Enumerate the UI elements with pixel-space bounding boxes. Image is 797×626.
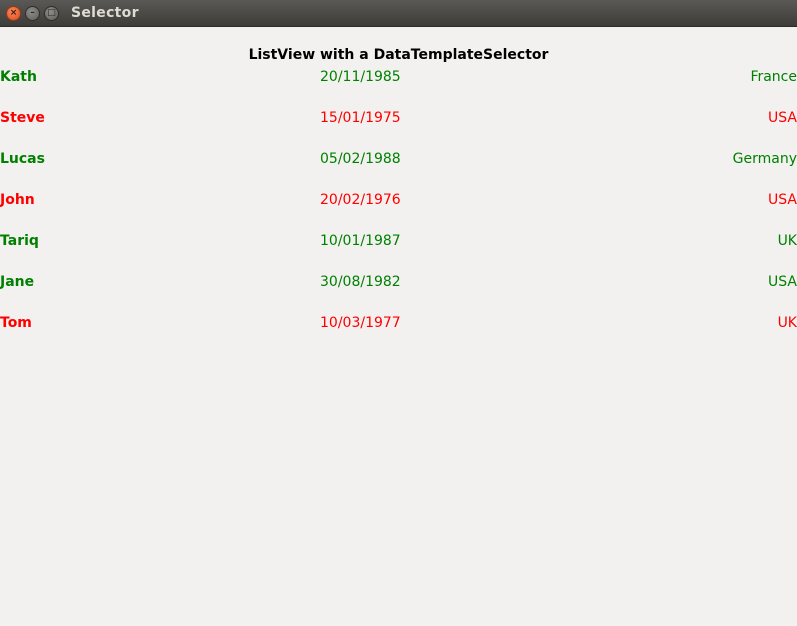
list-item[interactable]: John 20/02/1976 USA: [0, 192, 797, 233]
list-header: ListView with a DataTemplateSelector: [248, 47, 549, 63]
person-name: Kath: [0, 69, 37, 85]
person-country: Germany: [732, 151, 797, 167]
person-name: Jane: [0, 274, 35, 290]
people-list[interactable]: Kath 20/11/1985 France Steve 15/01/1975 …: [0, 69, 797, 356]
list-item[interactable]: Jane 30/08/1982 USA: [0, 274, 797, 315]
person-dob: 10/03/1977: [320, 315, 401, 331]
person-name: Lucas: [0, 151, 45, 167]
close-icon[interactable]: ×: [6, 6, 21, 21]
person-dob: 20/11/1985: [320, 69, 401, 85]
person-country: USA: [768, 274, 797, 290]
person-dob: 15/01/1975: [320, 110, 401, 126]
person-name: Steve: [0, 110, 45, 126]
list-item[interactable]: Lucas 05/02/1988 Germany: [0, 151, 797, 192]
person-dob: 30/08/1982: [320, 274, 401, 290]
window-title: Selector: [71, 5, 139, 21]
maximize-icon[interactable]: □: [44, 6, 59, 21]
person-country: UK: [777, 315, 797, 331]
person-country: UK: [777, 233, 797, 249]
title-bar[interactable]: × – □ Selector: [0, 0, 797, 27]
main-content: ListView with a DataTemplateSelector Kat…: [0, 27, 797, 626]
list-item[interactable]: Tom 10/03/1977 UK: [0, 315, 797, 356]
person-country: USA: [768, 192, 797, 208]
person-country: France: [750, 69, 797, 85]
person-dob: 05/02/1988: [320, 151, 401, 167]
person-dob: 10/01/1987: [320, 233, 401, 249]
list-item[interactable]: Tariq 10/01/1987 UK: [0, 233, 797, 274]
person-name: John: [0, 192, 35, 208]
app-window: × – □ Selector ListView with a DataTempl…: [0, 0, 797, 626]
person-dob: 20/02/1976: [320, 192, 401, 208]
person-name: Tariq: [0, 233, 39, 249]
list-item[interactable]: Kath 20/11/1985 France: [0, 69, 797, 110]
list-item[interactable]: Steve 15/01/1975 USA: [0, 110, 797, 151]
person-country: USA: [768, 110, 797, 126]
person-name: Tom: [0, 315, 32, 331]
minimize-icon[interactable]: –: [25, 6, 40, 21]
